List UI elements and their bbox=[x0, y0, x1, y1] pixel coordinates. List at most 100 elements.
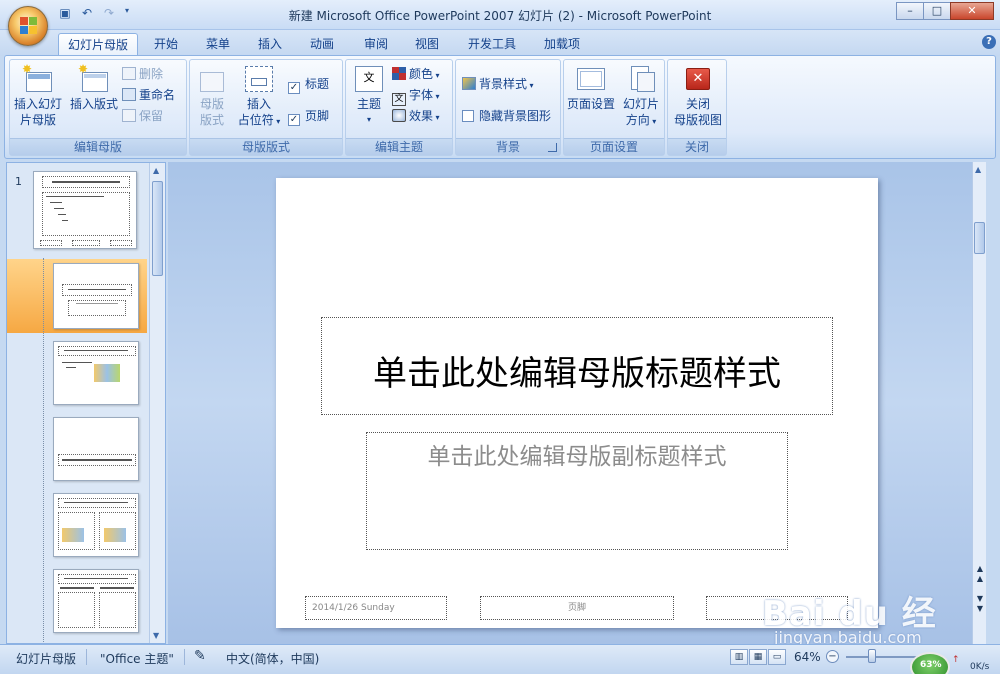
zoom-slider-thumb[interactable] bbox=[868, 649, 876, 663]
help-icon[interactable]: ? bbox=[982, 35, 996, 49]
page-setup-button[interactable]: 页面设置 bbox=[566, 64, 616, 112]
themes-dropdown-icon: ▾ bbox=[366, 115, 371, 124]
group-close: ✕ 关闭 母版视图 关闭 bbox=[667, 59, 727, 156]
rename-button[interactable]: 重命名 bbox=[122, 87, 175, 103]
group-background-label: 背景 bbox=[456, 138, 560, 155]
insert-placeholder-label-2: 占位符 bbox=[237, 113, 274, 127]
page-setup-icon bbox=[575, 64, 607, 94]
insert-slide-master-button[interactable]: ✸ 插入幻灯 片母版 bbox=[12, 63, 64, 128]
delete-icon bbox=[122, 67, 136, 80]
date-placeholder[interactable]: 2014/1/26 Sunday bbox=[305, 596, 447, 620]
tab-developer[interactable]: 开发工具 bbox=[460, 33, 524, 56]
background-dialog-launcher-icon[interactable] bbox=[548, 143, 557, 152]
slide-orientation-button[interactable]: 幻灯片 方向 ▾ bbox=[618, 64, 664, 130]
master-layout-label-1: 母版 bbox=[199, 97, 224, 111]
status-separator bbox=[184, 649, 185, 665]
tab-animations[interactable]: 动画 bbox=[302, 33, 342, 56]
effects-label: 效果 bbox=[409, 109, 434, 123]
hide-background-label: 隐藏背景图形 bbox=[479, 109, 552, 123]
tab-home[interactable]: 开始 bbox=[146, 33, 186, 56]
group-edit-master-label: 编辑母版 bbox=[10, 138, 186, 155]
subtitle-placeholder[interactable]: 单击此处编辑母版副标题样式 bbox=[366, 432, 788, 550]
group-background: 背景样式 ▾ 隐藏背景图形 背景 bbox=[455, 59, 561, 156]
tab-addins[interactable]: 加载项 bbox=[536, 33, 588, 56]
title-placeholder[interactable]: 单击此处编辑母版标题样式 bbox=[321, 317, 833, 415]
scroll-up-icon[interactable]: ▲ bbox=[153, 166, 159, 175]
title-check-icon: ✓ bbox=[288, 82, 300, 94]
thumbnail-layout-section[interactable] bbox=[53, 417, 139, 481]
insert-placeholder-label-1: 插入 bbox=[246, 97, 271, 111]
thumbnail-layout-two-content[interactable] bbox=[53, 493, 139, 557]
background-styles-button[interactable]: 背景样式 ▾ bbox=[462, 76, 534, 94]
title-bar: ▣ ↶ ↷ ▾ 新建 Microsoft Office PowerPoint 2… bbox=[0, 0, 1000, 30]
hide-background-checkbox[interactable]: 隐藏背景图形 bbox=[462, 108, 551, 124]
title-placeholder-text: 单击此处编辑母版标题样式 bbox=[373, 354, 781, 394]
slide-scroll-thumb[interactable] bbox=[974, 222, 985, 254]
thumbnail-scroll-thumb[interactable] bbox=[152, 181, 163, 276]
delete-button[interactable]: 删除 bbox=[122, 66, 163, 82]
insert-placeholder-icon bbox=[243, 64, 275, 94]
title-checkbox[interactable]: ✓ 标题 bbox=[288, 76, 329, 94]
master-layout-button[interactable]: 母版 版式 bbox=[192, 64, 232, 128]
close-master-view-button[interactable]: ✕ 关闭 母版视图 bbox=[670, 64, 726, 128]
footer-checkbox[interactable]: ✓ 页脚 bbox=[288, 108, 329, 126]
office-button[interactable] bbox=[8, 6, 48, 46]
slide-sorter-view-button[interactable]: ▦ bbox=[749, 649, 767, 665]
fonts-icon: 文 bbox=[392, 93, 406, 106]
fonts-button[interactable]: 文字体 ▾ bbox=[392, 87, 440, 106]
insert-layout-button[interactable]: ✸ 插入版式 bbox=[68, 63, 120, 112]
tab-menu[interactable]: 菜单 bbox=[198, 33, 238, 56]
background-styles-icon bbox=[462, 77, 476, 90]
themes-button[interactable]: 文 主题 ▾ bbox=[350, 64, 388, 128]
thumbnail-scrollbar[interactable]: ▲ ▼ bbox=[149, 163, 165, 643]
fonts-label: 字体 bbox=[409, 88, 434, 102]
tab-slide-master[interactable]: 幻灯片母版 bbox=[58, 33, 138, 56]
status-separator bbox=[86, 649, 87, 665]
tab-view[interactable]: 视图 bbox=[407, 33, 447, 56]
slide-scrollbar[interactable]: ▲ ▲ ▲ ▼ ▼ bbox=[972, 162, 986, 644]
normal-view-button[interactable]: ▥ bbox=[730, 649, 748, 665]
thumbnail-layout-title[interactable] bbox=[53, 263, 139, 329]
group-edit-master: ✸ 插入幻灯 片母版 ✸ 插入版式 删除 重命名 保留 编辑母版 bbox=[9, 59, 187, 156]
maximize-button[interactable]: □ bbox=[923, 2, 951, 20]
page-setup-label: 页面设置 bbox=[566, 97, 615, 111]
effects-dropdown-icon: ▾ bbox=[433, 113, 440, 122]
status-bar: 幻灯片母版 "Office 主题" ✎ 中文(简体，中国) ▥ ▦ ▭ 64% … bbox=[0, 644, 1000, 674]
thumbnail-layout-content[interactable] bbox=[53, 341, 139, 405]
slide-orientation-dropdown-icon: ▾ bbox=[649, 117, 657, 126]
footer-check-label: 页脚 bbox=[305, 109, 330, 123]
slide-scroll-up-icon[interactable]: ▲ bbox=[975, 165, 981, 174]
group-master-layout-label: 母版版式 bbox=[190, 138, 342, 155]
group-page-setup: 页面设置 幻灯片 方向 ▾ 页面设置 bbox=[563, 59, 665, 156]
subtitle-placeholder-text: 单击此处编辑母版副标题样式 bbox=[427, 444, 727, 470]
footer-placeholder[interactable]: 页脚 bbox=[480, 596, 674, 620]
slideshow-view-button[interactable]: ▭ bbox=[768, 649, 786, 665]
thumbnail-slide-master[interactable] bbox=[33, 171, 137, 249]
slide-nav-icons[interactable]: ▲ ▲ ▼ ▼ bbox=[974, 564, 986, 614]
tab-review[interactable]: 审阅 bbox=[356, 33, 396, 56]
office-logo-icon bbox=[20, 17, 38, 35]
ribbon-tabs: 幻灯片母版 开始 菜单 插入 动画 审阅 视图 开发工具 加载项 ? bbox=[0, 30, 1000, 56]
minimize-button[interactable]: – bbox=[896, 2, 924, 20]
insert-placeholder-button[interactable]: 插入 占位符 ▾ bbox=[234, 64, 284, 130]
spell-check-icon[interactable]: ✎ bbox=[194, 648, 206, 664]
close-master-view-label-1: 关闭 bbox=[685, 97, 710, 111]
slide-canvas[interactable]: 单击此处编辑母版标题样式 单击此处编辑母版副标题样式 2014/1/26 Sun… bbox=[276, 178, 878, 628]
zoom-out-icon[interactable]: − bbox=[826, 650, 839, 663]
upload-arrow-icon: ↑ bbox=[952, 655, 960, 665]
thumbnail-layout-comparison[interactable] bbox=[53, 569, 139, 633]
close-button[interactable]: ✕ bbox=[950, 2, 994, 20]
preserve-button[interactable]: 保留 bbox=[122, 108, 163, 124]
colors-button[interactable]: 颜色 ▾ bbox=[392, 66, 440, 84]
insert-placeholder-dropdown-icon: ▾ bbox=[273, 117, 281, 126]
zoom-level[interactable]: 64% bbox=[794, 650, 821, 664]
themes-label: 主题 bbox=[356, 97, 381, 111]
background-styles-label: 背景样式 bbox=[479, 77, 528, 91]
scroll-down-icon[interactable]: ▼ bbox=[153, 631, 159, 640]
rename-icon bbox=[122, 88, 136, 101]
insert-master-icon: ✸ bbox=[22, 63, 54, 94]
slide-thumbnail-pane: 1 ▲ ▼ bbox=[6, 162, 166, 644]
tab-insert[interactable]: 插入 bbox=[250, 33, 290, 56]
fonts-dropdown-icon: ▾ bbox=[433, 92, 440, 101]
effects-button[interactable]: 效果 ▾ bbox=[392, 108, 440, 126]
